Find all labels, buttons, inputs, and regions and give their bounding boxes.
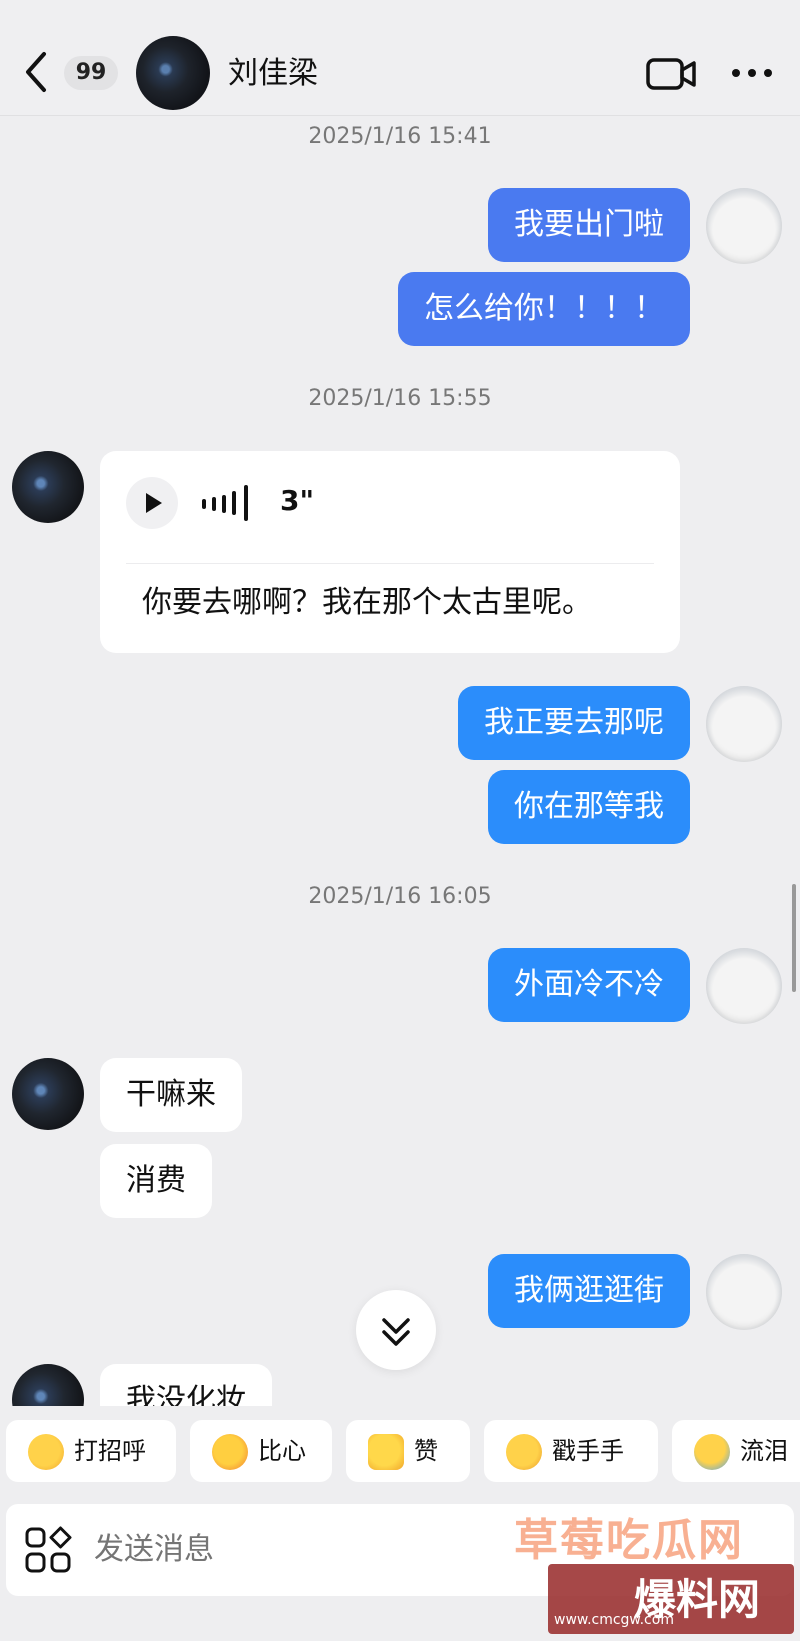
contact-avatar[interactable] [12,1364,84,1406]
chip-label: 比心 [258,1437,306,1465]
chevron-left-icon[interactable] [16,44,56,100]
more-dots-icon[interactable] [728,58,776,88]
chat-header: 99 刘佳梁 [0,0,800,116]
play-icon [146,493,162,513]
voice-message[interactable]: 3" 你要去哪啊？我在那个太古里呢。 [100,451,680,653]
video-camera-icon[interactable] [646,54,698,94]
quick-reaction-chip[interactable]: 戳手手 [484,1420,658,1482]
message-bubble[interactable]: 我正要去那呢 [458,686,690,760]
message-bubble[interactable]: 消费 [100,1144,212,1218]
chip-label: 流泪 [740,1437,788,1465]
quick-reaction-chip[interactable]: 比心 [190,1420,332,1482]
thumbs-up-emoji-icon [368,1434,404,1470]
message-bubble[interactable]: 我要出门啦 [488,188,690,262]
message-bubble[interactable]: 怎么给你！！！！ [398,272,690,346]
my-avatar[interactable] [706,948,782,1024]
my-avatar[interactable] [706,1254,782,1330]
message-bubble[interactable]: 干嘛来 [100,1058,242,1132]
timestamp: 2025/1/16 15:41 [308,124,492,149]
message-input[interactable] [94,1528,494,1572]
timestamp: 2025/1/16 16:05 [308,884,492,909]
contact-avatar[interactable] [12,1058,84,1130]
chip-label: 戳手手 [552,1437,624,1465]
message-bubble[interactable]: 我没化妆 [100,1364,272,1406]
contact-avatar[interactable] [136,36,210,110]
waveform-icon [202,485,248,521]
chip-label: 打招呼 [74,1437,146,1465]
message-list[interactable]: 2025/1/16 15:41 我要出门啦 怎么给你！！！！ 2025/1/16… [0,116,800,1406]
scroll-to-bottom-button[interactable] [356,1290,436,1370]
voice-transcript: 你要去哪啊？我在那个太古里呢。 [142,585,592,620]
scrollbar[interactable] [792,884,796,992]
message-bubble[interactable]: 你在那等我 [488,770,690,844]
watermark-title: 草莓吃瓜网 [514,1515,744,1566]
divider [126,563,654,564]
my-avatar[interactable] [706,686,782,762]
crying-emoji-icon [694,1434,730,1470]
quick-reaction-chip[interactable]: 打招呼 [6,1420,176,1482]
quick-reaction-chip[interactable]: 流泪 [672,1420,800,1482]
voice-duration: 3" [280,484,315,517]
contact-avatar[interactable] [12,451,84,523]
heart-hands-emoji-icon [212,1434,248,1470]
my-avatar[interactable] [706,188,782,264]
timestamp: 2025/1/16 15:55 [308,386,492,411]
watermark-url: www.cmcgw.com [554,1612,674,1628]
apps-grid-icon[interactable] [24,1526,72,1574]
poke-emoji-icon [506,1434,542,1470]
chip-label: 赞 [414,1437,438,1465]
message-bubble[interactable]: 外面冷不冷 [488,948,690,1022]
quick-reaction-chip[interactable]: 赞 [346,1420,470,1482]
unread-count-badge[interactable]: 99 [64,56,118,90]
message-bubble[interactable]: 我俩逛逛街 [488,1254,690,1328]
play-button[interactable] [126,477,178,529]
wave-emoji-icon [28,1434,64,1470]
watermark: 草莓吃瓜网 爆料网 www.cmcgw.com [514,1494,800,1641]
contact-name[interactable]: 刘佳梁 [228,54,318,94]
quick-reaction-bar: 打招呼 比心 赞 戳手手 流泪 [0,1420,800,1484]
double-chevron-down-icon [382,1318,410,1346]
